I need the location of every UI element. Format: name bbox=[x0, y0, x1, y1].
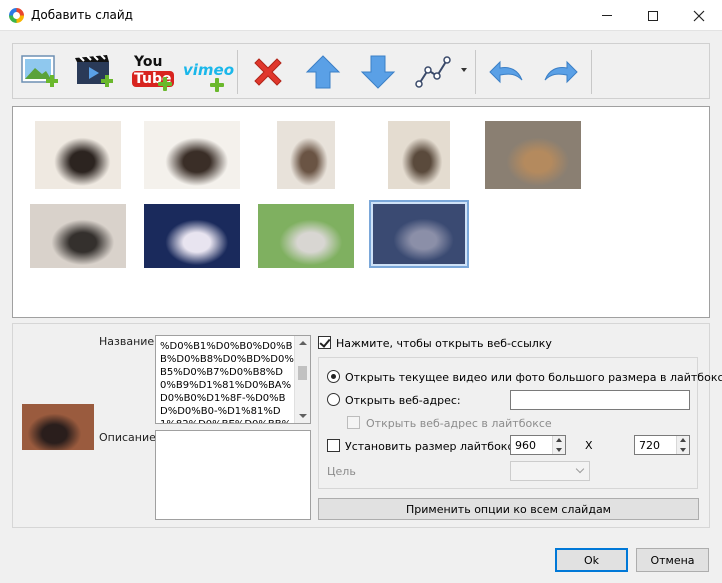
url-input[interactable] bbox=[510, 390, 690, 410]
open-link-label: Нажмите, чтобы открыть веб-ссылку bbox=[336, 337, 552, 350]
slide-thumbnail[interactable] bbox=[144, 121, 240, 189]
title-bar: Добавить слайд bbox=[0, 0, 722, 31]
plus-icon bbox=[158, 77, 172, 91]
description-label: Описание bbox=[99, 431, 156, 444]
ok-button[interactable]: Ok bbox=[555, 548, 628, 572]
width-value: 960 bbox=[515, 439, 536, 452]
open-url-lightbox-checkbox[interactable] bbox=[347, 416, 360, 429]
slide-image bbox=[30, 204, 126, 268]
move-up-button[interactable] bbox=[300, 50, 346, 94]
slide-image bbox=[35, 121, 121, 189]
add-vimeo-button[interactable]: vimeo bbox=[181, 50, 235, 94]
scroll-up-icon[interactable] bbox=[299, 341, 307, 345]
close-icon bbox=[693, 10, 705, 21]
height-value: 720 bbox=[639, 439, 660, 452]
add-image-icon bbox=[21, 55, 58, 87]
slide-thumbnail[interactable] bbox=[35, 121, 121, 189]
open-link-checkbox[interactable] bbox=[318, 336, 331, 349]
stepper-up-icon[interactable] bbox=[680, 438, 686, 442]
slide-thumbnail[interactable] bbox=[485, 121, 581, 189]
slide-thumbnail[interactable] bbox=[388, 121, 450, 189]
chevron-down-icon bbox=[575, 464, 585, 474]
scroll-thumb[interactable] bbox=[298, 366, 307, 380]
motion-path-button[interactable] bbox=[410, 50, 456, 94]
minimize-button[interactable] bbox=[584, 0, 630, 31]
width-stepper-buttons[interactable] bbox=[552, 436, 565, 454]
stepper-down-icon[interactable] bbox=[556, 448, 562, 452]
stepper-up-icon[interactable] bbox=[556, 438, 562, 442]
maximize-button[interactable] bbox=[630, 0, 676, 31]
youtube-logo-top: You bbox=[134, 54, 163, 70]
slide-thumbnail[interactable] bbox=[258, 204, 354, 268]
delete-button[interactable] bbox=[245, 50, 291, 94]
target-select[interactable] bbox=[510, 461, 590, 481]
open-url-lightbox-label: Открыть веб-адрес в лайтбоксе bbox=[366, 417, 552, 430]
minimize-icon bbox=[602, 15, 612, 16]
slide-preview-image bbox=[22, 404, 94, 450]
target-label: Цель bbox=[327, 465, 356, 478]
slide-image bbox=[277, 121, 335, 189]
description-textarea[interactable] bbox=[155, 430, 311, 520]
arrow-down-icon bbox=[360, 55, 396, 89]
lightbox-size-label: Установить размер лайтбокса bbox=[345, 440, 521, 453]
height-stepper[interactable]: 720 bbox=[634, 435, 690, 455]
toolbar: You Tube vimeo bbox=[12, 43, 710, 99]
open-url-radio[interactable] bbox=[327, 393, 340, 406]
size-x-label: X bbox=[585, 439, 593, 452]
apply-to-all-button[interactable]: Применить опции ко всем слайдам bbox=[318, 498, 699, 520]
scroll-down-icon[interactable] bbox=[299, 414, 307, 418]
width-stepper[interactable]: 960 bbox=[510, 435, 566, 455]
add-image-button[interactable] bbox=[18, 50, 64, 94]
add-youtube-button[interactable]: You Tube bbox=[128, 50, 174, 94]
add-video-icon bbox=[75, 54, 113, 87]
name-scrollbar[interactable] bbox=[294, 336, 310, 423]
slide-image bbox=[373, 204, 465, 264]
maximize-icon bbox=[648, 10, 658, 21]
height-stepper-buttons[interactable] bbox=[676, 436, 689, 454]
slide-thumbnail[interactable] bbox=[30, 204, 126, 268]
motion-path-icon bbox=[415, 56, 451, 88]
stepper-down-icon[interactable] bbox=[680, 448, 686, 452]
undo-button[interactable] bbox=[483, 50, 529, 94]
toolbar-separator bbox=[237, 50, 238, 94]
redo-button[interactable] bbox=[538, 50, 584, 94]
app-icon bbox=[9, 8, 24, 23]
name-label: Название bbox=[99, 335, 155, 348]
add-video-button[interactable] bbox=[73, 50, 119, 94]
slide-thumbnail[interactable] bbox=[144, 204, 240, 268]
slide-image bbox=[258, 204, 354, 268]
slide-thumbnail[interactable] bbox=[277, 121, 335, 189]
slide-thumbnail-selected[interactable] bbox=[369, 200, 469, 268]
open-large-label: Открыть текущее видео или фото большого … bbox=[345, 371, 722, 384]
open-large-radio[interactable] bbox=[327, 370, 340, 383]
slide-image bbox=[388, 121, 450, 189]
slide-image bbox=[144, 121, 240, 189]
name-textarea[interactable]: %D0%B1%D0%B0%D0%BB%D0%B8%D0%BD%D0%B5%D0%… bbox=[155, 335, 311, 424]
slide-image bbox=[485, 121, 581, 189]
open-url-label: Открыть веб-адрес: bbox=[345, 394, 461, 407]
chevron-down-icon[interactable] bbox=[461, 68, 467, 72]
toolbar-separator bbox=[591, 50, 592, 94]
undo-icon bbox=[489, 60, 523, 84]
youtube-add-icon: You Tube bbox=[131, 52, 174, 92]
vimeo-add-icon: vimeo bbox=[182, 52, 235, 92]
lightbox-size-checkbox[interactable] bbox=[327, 439, 340, 452]
vimeo-logo: vimeo bbox=[183, 61, 235, 79]
close-button[interactable] bbox=[676, 0, 722, 31]
cancel-button[interactable]: Отмена bbox=[636, 548, 709, 572]
window-title: Добавить слайд bbox=[31, 8, 133, 22]
slide-image bbox=[144, 204, 240, 268]
redo-icon bbox=[544, 60, 578, 84]
move-down-button[interactable] bbox=[355, 50, 401, 94]
plus-icon bbox=[210, 78, 224, 92]
name-value: %D0%B1%D0%B0%D0%BB%D0%B8%D0%BD%D0%B5%D0%… bbox=[160, 341, 294, 423]
arrow-up-icon bbox=[305, 55, 341, 89]
delete-x-icon bbox=[254, 58, 282, 86]
slides-list[interactable] bbox=[12, 106, 710, 318]
toolbar-separator bbox=[475, 50, 476, 94]
